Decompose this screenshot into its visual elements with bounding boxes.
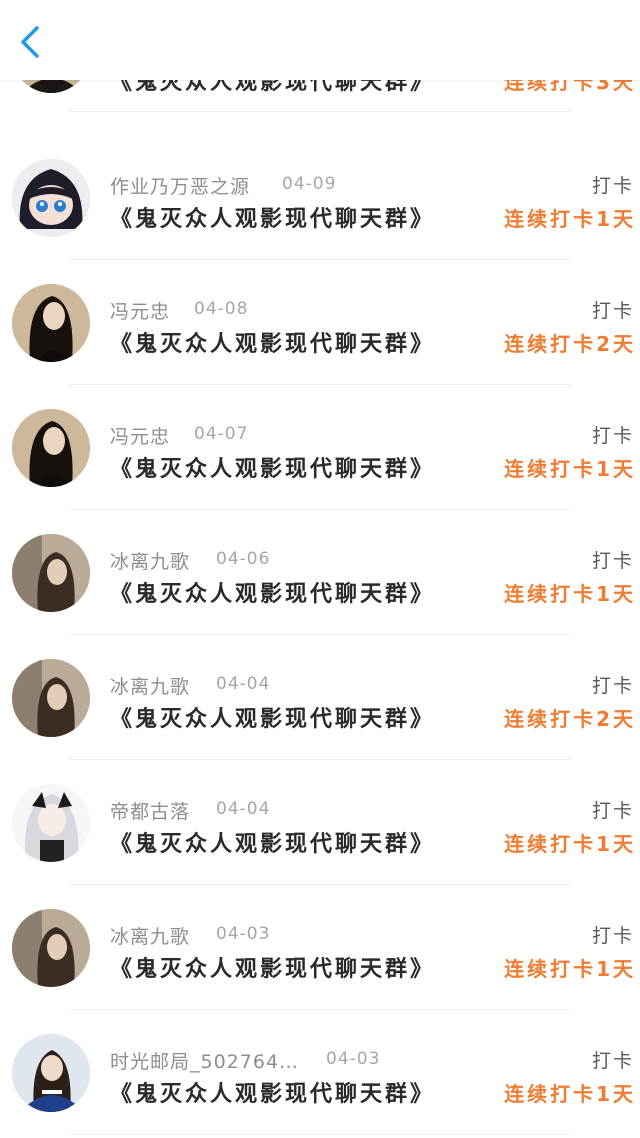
streak-count: 连续打卡2天 [504,332,636,356]
group-name: 《鬼灭众人观影现代聊天群》 [110,332,436,357]
post-date: 04-03 [216,924,271,944]
checkin-label: 打卡 [591,925,634,947]
user-name[interactable]: 冰离九歌 [110,926,190,948]
group-name: 《鬼灭众人观影现代聊天群》 [110,832,436,857]
checkin-label: 打卡 [591,1050,634,1072]
post-date: 04-07 [194,424,249,444]
checkin-label: 打卡 [591,550,634,572]
user-name[interactable]: 冯元忠 [110,301,170,323]
list-item[interactable]: 作业乃万恶之源 04-09 《鬼灭众人观影现代聊天群》 打卡 连续打卡1天 [0,135,640,260]
group-name: 《鬼灭众人观影现代聊天群》 [110,1082,436,1107]
avatar[interactable] [12,409,90,487]
list-item[interactable]: 帝都古落 04-04 《鬼灭众人观影现代聊天群》 打卡 连续打卡1天 [0,760,640,885]
top-nav-bar [0,0,640,80]
streak-count: 连续打卡1天 [504,832,636,856]
list-item[interactable]: 冰离九歌 04-04 《鬼灭众人观影现代聊天群》 打卡 连续打卡2天 [0,635,640,760]
back-button[interactable] [10,20,50,64]
group-name: 《鬼灭众人观影现代聊天群》 [110,582,436,607]
checkin-label: 打卡 [591,800,634,822]
streak-count: 连续打卡1天 [504,582,636,606]
post-date: 04-09 [282,174,337,194]
row-meta: 时光邮局_502764… 04-03 [110,1047,379,1073]
list-item[interactable]: 冯元忠 04-07 《鬼灭众人观影现代聊天群》 打卡 连续打卡1天 [0,385,640,510]
user-name[interactable]: 冰离九歌 [110,551,190,573]
avatar[interactable] [12,909,90,987]
user-name[interactable]: 作业乃万恶之源 [110,176,250,198]
streak-count: 连续打卡2天 [504,707,636,731]
checkin-list-page: 《鬼灭众人观影现代聊天群》 连续打卡3天 作业乃万恶之源 04-09 《鬼灭众人… [0,0,640,1138]
post-date: 04-03 [326,1049,381,1069]
post-date: 04-04 [216,674,271,694]
checkin-label: 打卡 [591,300,634,322]
row-meta: 冰离九歌 04-04 [110,672,269,698]
group-name: 《鬼灭众人观影现代聊天群》 [110,457,436,482]
list-item[interactable]: 冰离九歌 04-03 《鬼灭众人观影现代聊天群》 打卡 连续打卡1天 [0,885,640,1010]
avatar[interactable] [12,784,90,862]
streak-count: 连续打卡1天 [504,457,636,481]
user-name[interactable]: 冰离九歌 [110,676,190,698]
list-item[interactable]: 冰离九歌 04-06 《鬼灭众人观影现代聊天群》 打卡 连续打卡1天 [0,510,640,635]
checkin-label: 打卡 [591,175,634,197]
streak-count: 连续打卡1天 [504,1082,636,1106]
row-meta: 冰离九歌 04-03 [110,922,269,948]
group-name: 《鬼灭众人观影现代聊天群》 [110,207,436,232]
avatar[interactable] [12,534,90,612]
group-name: 《鬼灭众人观影现代聊天群》 [110,707,436,732]
avatar[interactable] [12,159,90,237]
row-meta: 作业乃万恶之源 04-09 [110,172,335,198]
avatar[interactable] [12,1034,90,1112]
streak-count: 连续打卡1天 [504,957,636,981]
checkin-label: 打卡 [591,425,634,447]
row-meta: 帝都古落 04-04 [110,797,269,823]
user-name[interactable]: 帝都古落 [110,801,190,823]
list-item[interactable]: 冯元忠 04-08 《鬼灭众人观影现代聊天群》 打卡 连续打卡2天 [0,260,640,385]
list-item[interactable]: 时光邮局_502764… 04-03 《鬼灭众人观影现代聊天群》 打卡 连续打卡… [0,1010,640,1135]
post-date: 04-04 [216,799,271,819]
row-meta: 冯元忠 04-07 [110,422,247,448]
group-name: 《鬼灭众人观影现代聊天群》 [110,957,436,982]
row-meta: 冯元忠 04-08 [110,297,247,323]
streak-count: 连续打卡1天 [504,207,636,231]
post-date: 04-08 [194,299,249,319]
chevron-left-icon [21,26,39,58]
user-name[interactable]: 时光邮局_502764… [110,1051,299,1073]
post-date: 04-06 [216,549,271,569]
avatar[interactable] [12,659,90,737]
checkin-label: 打卡 [591,675,634,697]
row-meta: 冰离九歌 04-06 [110,547,269,573]
user-name[interactable]: 冯元忠 [110,426,170,448]
avatar[interactable] [12,284,90,362]
